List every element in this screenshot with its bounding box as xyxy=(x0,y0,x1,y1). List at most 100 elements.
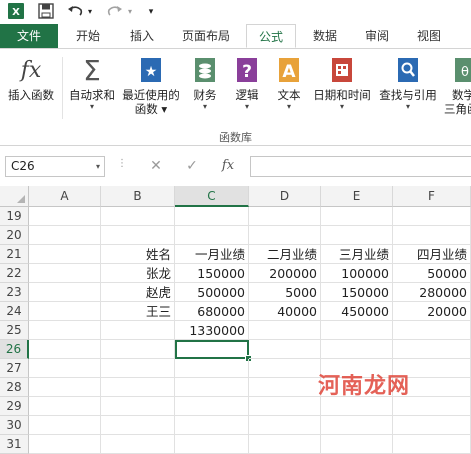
cell-d25[interactable] xyxy=(249,321,321,340)
undo-icon[interactable] xyxy=(66,3,84,21)
cell-e31[interactable] xyxy=(321,435,393,454)
cell-a21[interactable] xyxy=(29,245,101,264)
cell-d26[interactable] xyxy=(249,340,321,359)
redo-dropdown-icon[interactable]: ▾ xyxy=(126,3,134,21)
cell-e23[interactable]: 150000 xyxy=(321,283,393,302)
row-header-25[interactable]: 25 xyxy=(0,321,29,340)
cell-b26[interactable] xyxy=(101,340,175,359)
autosum-button[interactable]: Σ 自动求和 ▾ xyxy=(64,54,120,112)
tab-formulas[interactable]: 公式 xyxy=(246,24,296,48)
row-header-19[interactable]: 19 xyxy=(0,207,29,226)
column-header-e[interactable]: E xyxy=(321,186,393,207)
chevron-down-icon[interactable]: ▾ xyxy=(96,157,100,176)
cell-a22[interactable] xyxy=(29,264,101,283)
tab-view[interactable]: 视图 xyxy=(404,24,454,48)
cell-c31[interactable] xyxy=(175,435,249,454)
cell-d23[interactable]: 5000 xyxy=(249,283,321,302)
cell-f22[interactable]: 50000 xyxy=(393,264,471,283)
cell-a30[interactable] xyxy=(29,416,101,435)
row-header-27[interactable]: 27 xyxy=(0,359,29,378)
cell-c23[interactable]: 500000 xyxy=(175,283,249,302)
row-header-23[interactable]: 23 xyxy=(0,283,29,302)
cell-a26[interactable] xyxy=(29,340,101,359)
tab-page-layout[interactable]: 页面布局 xyxy=(170,24,242,48)
cell-f23[interactable]: 280000 xyxy=(393,283,471,302)
cell-d20[interactable] xyxy=(249,226,321,245)
tab-data[interactable]: 数据 xyxy=(300,24,350,48)
cell-c22[interactable]: 150000 xyxy=(175,264,249,283)
cell-b29[interactable] xyxy=(101,397,175,416)
redo-icon[interactable] xyxy=(106,3,124,21)
column-header-a[interactable]: A xyxy=(29,186,101,207)
cell-a23[interactable] xyxy=(29,283,101,302)
cell-d30[interactable] xyxy=(249,416,321,435)
cell-b30[interactable] xyxy=(101,416,175,435)
column-header-f[interactable]: F xyxy=(393,186,471,207)
cell-f20[interactable] xyxy=(393,226,471,245)
recent-functions-button[interactable]: ★ 最近使用的 函数 ▾ xyxy=(120,55,182,116)
cell-d31[interactable] xyxy=(249,435,321,454)
cell-c24[interactable]: 680000 xyxy=(175,302,249,321)
cell-d22[interactable]: 200000 xyxy=(249,264,321,283)
row-header-30[interactable]: 30 xyxy=(0,416,29,435)
tab-insert[interactable]: 插入 xyxy=(116,24,168,48)
cell-b25[interactable] xyxy=(101,321,175,340)
cell-a20[interactable] xyxy=(29,226,101,245)
row-header-26[interactable]: 26 xyxy=(0,340,29,359)
cell-b24[interactable]: 王三 xyxy=(101,302,175,321)
cell-e25[interactable] xyxy=(321,321,393,340)
cell-a19[interactable] xyxy=(29,207,101,226)
cell-d27[interactable] xyxy=(249,359,321,378)
cell-b22[interactable]: 张龙 xyxy=(101,264,175,283)
cell-c21[interactable]: 一月业绩 xyxy=(175,245,249,264)
cell-e22[interactable]: 100000 xyxy=(321,264,393,283)
cell-f19[interactable] xyxy=(393,207,471,226)
cell-a29[interactable] xyxy=(29,397,101,416)
cell-b27[interactable] xyxy=(101,359,175,378)
cell-c19[interactable] xyxy=(175,207,249,226)
text-button[interactable]: A 文本 ▾ xyxy=(270,55,308,112)
enter-button[interactable]: ✓ xyxy=(182,157,202,175)
cell-d19[interactable] xyxy=(249,207,321,226)
logical-button[interactable]: ? 逻辑 ▾ xyxy=(228,55,266,112)
cell-a25[interactable] xyxy=(29,321,101,340)
cell-e26[interactable] xyxy=(321,340,393,359)
cell-f21[interactable]: 四月业绩 xyxy=(393,245,471,264)
column-header-b[interactable]: B xyxy=(101,186,175,207)
cell-e20[interactable] xyxy=(321,226,393,245)
cell-c27[interactable] xyxy=(175,359,249,378)
cell-f30[interactable] xyxy=(393,416,471,435)
cell-f31[interactable] xyxy=(393,435,471,454)
lookup-reference-button[interactable]: 查找与引用 ▾ xyxy=(376,55,440,112)
cell-c29[interactable] xyxy=(175,397,249,416)
formula-input[interactable] xyxy=(250,156,471,177)
cell-c26[interactable] xyxy=(175,340,249,359)
customize-qat-icon[interactable]: ▾ xyxy=(146,3,156,21)
date-time-button[interactable]: 日期和时间 ▾ xyxy=(310,55,374,112)
cell-e30[interactable] xyxy=(321,416,393,435)
cell-b19[interactable] xyxy=(101,207,175,226)
row-header-20[interactable]: 20 xyxy=(0,226,29,245)
row-header-21[interactable]: 21 xyxy=(0,245,29,264)
cell-b28[interactable] xyxy=(101,378,175,397)
cell-d21[interactable]: 二月业绩 xyxy=(249,245,321,264)
cell-c28[interactable] xyxy=(175,378,249,397)
cell-b23[interactable]: 赵虎 xyxy=(101,283,175,302)
resize-handle-icon[interactable]: ⋮ xyxy=(117,158,127,169)
cell-e24[interactable]: 450000 xyxy=(321,302,393,321)
cell-d24[interactable]: 40000 xyxy=(249,302,321,321)
math-trig-button[interactable]: θ 数学 三角函 xyxy=(444,55,471,116)
tab-file[interactable]: 文件 xyxy=(0,24,58,48)
cell-c30[interactable] xyxy=(175,416,249,435)
insert-function-fx-button[interactable]: fx xyxy=(218,157,238,175)
cell-b20[interactable] xyxy=(101,226,175,245)
cancel-button[interactable]: ✕ xyxy=(146,157,166,175)
row-header-24[interactable]: 24 xyxy=(0,302,29,321)
cell-c25[interactable]: 1330000 xyxy=(175,321,249,340)
column-header-d[interactable]: D xyxy=(249,186,321,207)
cell-f25[interactable] xyxy=(393,321,471,340)
cell-a28[interactable] xyxy=(29,378,101,397)
column-header-c[interactable]: C xyxy=(175,186,249,207)
tab-review[interactable]: 审阅 xyxy=(352,24,402,48)
cell-a31[interactable] xyxy=(29,435,101,454)
